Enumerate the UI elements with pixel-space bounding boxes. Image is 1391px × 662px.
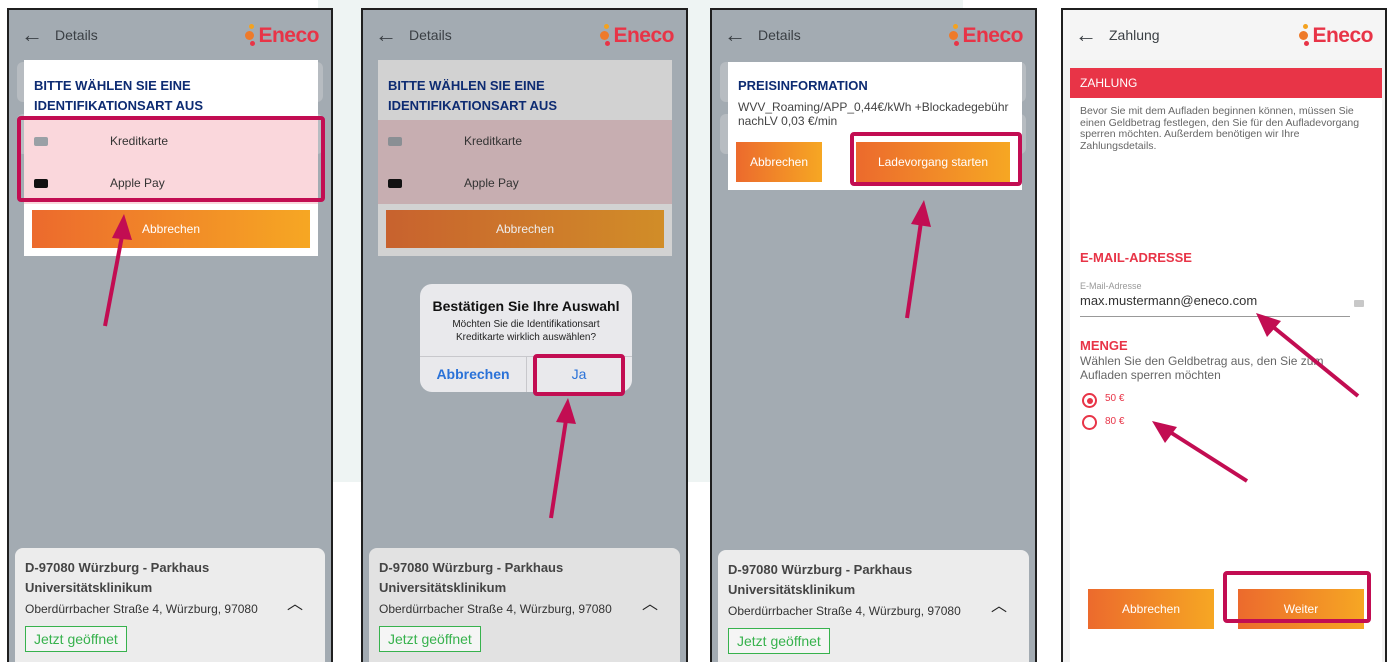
highlight-box xyxy=(17,116,325,202)
location-address: Oberdürrbacher Straße 4, Würzburg, 97080 xyxy=(728,604,961,618)
credit-card-icon xyxy=(388,136,402,146)
location-panel[interactable]: D-97080 Würzburg - Parkhaus Universitäts… xyxy=(369,548,680,662)
screen-identification: ← Details Eneco BITTE WÄHLEN SIE EINE ID… xyxy=(7,8,333,662)
cancel-button[interactable]: Abbrechen xyxy=(736,142,822,182)
location-name: D-97080 Würzburg - Parkhaus xyxy=(25,560,210,575)
back-arrow-icon[interactable]: ← xyxy=(1075,24,1097,46)
screen-confirm: ← Details Eneco BITTE WÄHLEN SIE EINE ID… xyxy=(361,8,688,662)
top-bar: ← Details Eneco xyxy=(712,10,1035,60)
email-heading: E-MAIL-ADRESSE xyxy=(1080,250,1192,265)
top-bar: ← Details Eneco xyxy=(9,10,331,60)
amount-heading: MENGE xyxy=(1080,338,1128,353)
price-text: WVV_Roaming/APP_0,44€/kWh +Blockadegebüh… xyxy=(738,100,1009,128)
chevron-up-icon[interactable]: ︿ xyxy=(287,590,303,614)
eneco-logo: Eneco xyxy=(600,24,674,46)
logo-dots-icon xyxy=(245,24,257,46)
section-header: ZAHLUNG xyxy=(1070,68,1382,98)
dialog-cancel-button[interactable]: Abbrechen xyxy=(420,366,526,382)
page-title: Details xyxy=(409,27,452,43)
location-address: Oberdürrbacher Straße 4, Würzburg, 97080 xyxy=(379,602,612,616)
page-title: Details xyxy=(55,27,98,43)
radio-80[interactable] xyxy=(1082,415,1097,430)
location-panel[interactable]: D-97080 Würzburg - Parkhaus Universitäts… xyxy=(718,550,1029,662)
highlight-box xyxy=(850,132,1022,186)
eneco-logo: Eneco xyxy=(1299,24,1373,46)
amount-label: 50 € xyxy=(1105,393,1125,404)
cancel-button[interactable]: Abbrechen xyxy=(32,210,310,248)
option-label: Kreditkarte xyxy=(464,134,523,148)
chevron-up-icon[interactable]: ︿ xyxy=(991,592,1007,616)
location-name-line2: Universitätsklinikum xyxy=(25,580,153,595)
location-name-line2: Universitätsklinikum xyxy=(379,580,507,595)
location-name: D-97080 Würzburg - Parkhaus xyxy=(728,562,913,577)
location-name-line2: Universitätsklinikum xyxy=(728,582,856,597)
clear-input-icon[interactable] xyxy=(1354,300,1364,307)
chevron-up-icon[interactable]: ︿ xyxy=(642,590,658,614)
page-title: Zahlung xyxy=(1109,27,1160,43)
back-arrow-icon[interactable]: ← xyxy=(21,24,43,46)
highlight-box xyxy=(533,354,625,396)
open-status-badge: Jetzt geöffnet xyxy=(379,626,481,652)
intro-text: Bevor Sie mit dem Aufladen beginnen könn… xyxy=(1080,105,1360,152)
page-title: Details xyxy=(758,27,801,43)
eneco-logo: Eneco xyxy=(949,24,1023,46)
location-address: Oberdürrbacher Straße 4, Würzburg, 97080 xyxy=(25,602,258,616)
eneco-logo: Eneco xyxy=(245,24,319,46)
open-status-badge: Jetzt geöffnet xyxy=(25,626,127,652)
dialog-message: Möchten Sie die Identifikationsart Kredi… xyxy=(452,319,600,343)
option-apple-pay[interactable]: Apple Pay xyxy=(378,162,672,204)
option-kreditkarte[interactable]: Kreditkarte xyxy=(378,120,672,162)
top-bar: ← Zahlung Eneco xyxy=(1063,10,1385,60)
screen-price-info: ← Details Eneco PREISINFORMATION WVV_Roa… xyxy=(710,8,1037,662)
top-bar: ← Details Eneco xyxy=(363,10,686,60)
identification-modal: BITTE WÄHLEN SIE EINE IDENTIFIKATIONSART… xyxy=(378,60,672,256)
open-status-badge: Jetzt geöffnet xyxy=(728,628,830,654)
logo-dots-icon xyxy=(600,24,612,46)
highlight-box xyxy=(1223,571,1371,623)
apple-pay-icon xyxy=(388,178,402,188)
modal-title: BITTE WÄHLEN SIE EINE IDENTIFIKATIONSART… xyxy=(34,78,203,113)
option-label: Apple Pay xyxy=(464,176,519,190)
modal-title: PREISINFORMATION xyxy=(738,78,868,93)
cancel-button[interactable]: Abbrechen xyxy=(386,210,664,248)
amount-description: Wählen Sie den Geldbetrag aus, den Sie z… xyxy=(1080,354,1324,382)
location-name: D-97080 Würzburg - Parkhaus xyxy=(379,560,564,575)
location-panel[interactable]: D-97080 Würzburg - Parkhaus Universitäts… xyxy=(15,548,325,662)
logo-dots-icon xyxy=(1299,24,1311,46)
cancel-button[interactable]: Abbrechen xyxy=(1088,589,1214,629)
email-label: E-Mail-Adresse xyxy=(1080,281,1142,291)
back-arrow-icon[interactable]: ← xyxy=(724,24,746,46)
dialog-title: Bestätigen Sie Ihre Auswahl xyxy=(432,298,620,314)
logo-dots-icon xyxy=(949,24,961,46)
screen-payment: ← Zahlung Eneco ZAHLUNG Bevor Sie mit de… xyxy=(1061,8,1387,662)
radio-50[interactable] xyxy=(1082,393,1097,408)
email-field[interactable]: max.mustermann@eneco.com xyxy=(1080,292,1350,317)
amount-label: 80 € xyxy=(1105,416,1125,427)
modal-title: BITTE WÄHLEN SIE EINE IDENTIFIKATIONSART… xyxy=(388,78,557,113)
back-arrow-icon[interactable]: ← xyxy=(375,24,397,46)
